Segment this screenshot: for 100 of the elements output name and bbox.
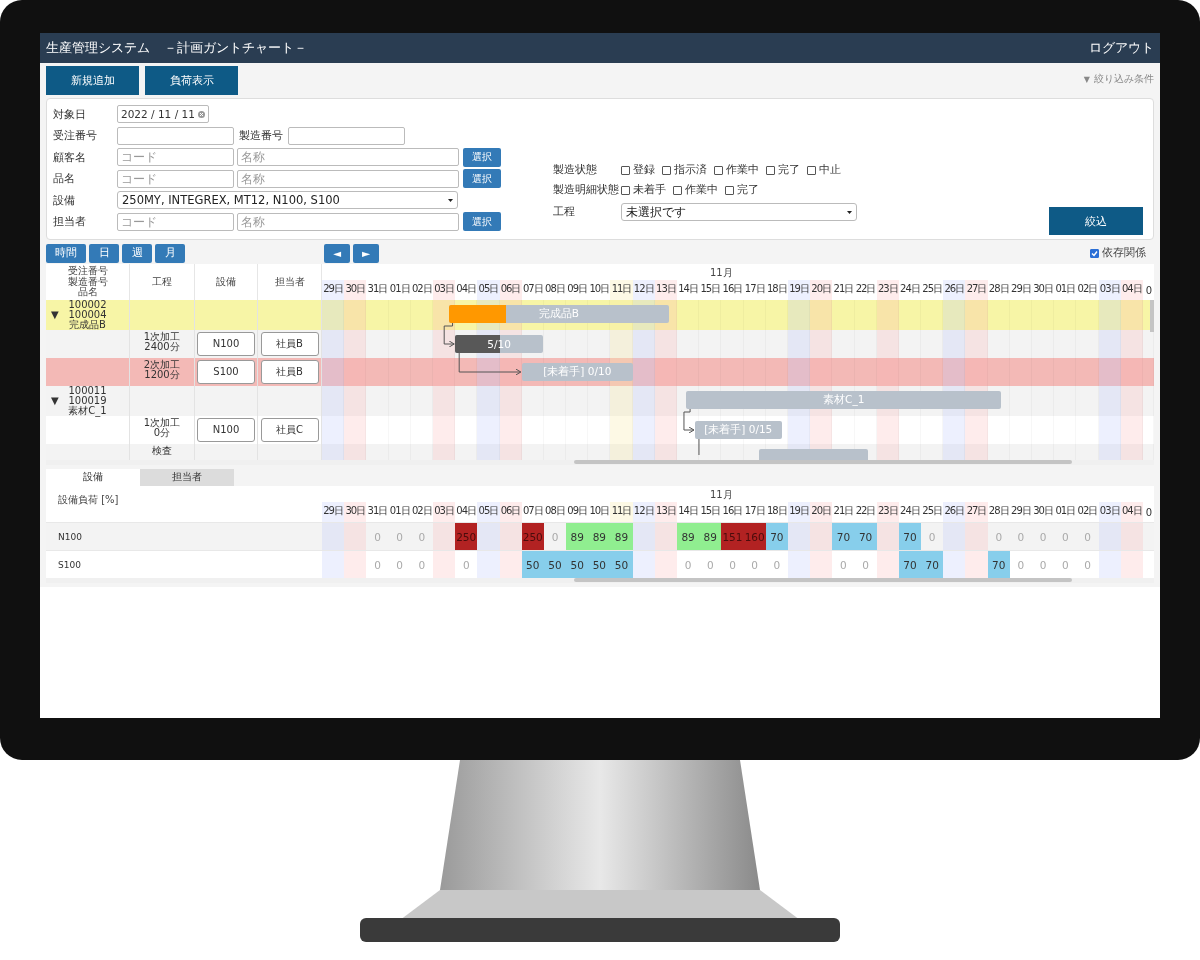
day-label: 07日 bbox=[521, 282, 544, 296]
collapse-toggle[interactable]: ▼ bbox=[51, 396, 59, 406]
day-label: 20日 bbox=[810, 502, 833, 522]
scrollbar-thumb[interactable] bbox=[574, 578, 1072, 582]
person-box[interactable]: 社員B bbox=[260, 332, 319, 356]
day-shading bbox=[322, 330, 345, 358]
name-field[interactable]: 名称 bbox=[236, 148, 460, 167]
day-label: 01日 bbox=[1054, 504, 1077, 518]
load-cell-text: 0 bbox=[373, 557, 382, 573]
day-label: 17日 bbox=[743, 504, 766, 518]
day-shading bbox=[654, 386, 677, 416]
field-label: 顧客名 bbox=[53, 149, 87, 165]
day-shading bbox=[943, 330, 966, 358]
day-label: 24日 bbox=[899, 504, 921, 518]
day-shading bbox=[943, 551, 966, 578]
scrollbar-thumb[interactable] bbox=[574, 460, 1072, 464]
order-number-field[interactable] bbox=[117, 126, 234, 145]
day-label: 16日 bbox=[721, 504, 744, 518]
name-field[interactable]: 名称 bbox=[236, 212, 460, 231]
day-label: 08日 bbox=[544, 282, 566, 296]
field-label: 製造明細状態 bbox=[553, 183, 617, 197]
equipment-box[interactable]: S100 bbox=[197, 360, 255, 384]
load-cell: 70 bbox=[765, 523, 788, 550]
scale-button[interactable]: 週 bbox=[122, 243, 152, 263]
select-button[interactable]: 選択 bbox=[463, 169, 501, 189]
day-shading bbox=[965, 330, 988, 358]
checkbox[interactable] bbox=[807, 165, 816, 175]
load-cell: 160 bbox=[743, 523, 766, 550]
person-box[interactable]: 社員C bbox=[260, 418, 319, 442]
checkbox[interactable] bbox=[662, 165, 671, 175]
day-label: 05日 bbox=[477, 280, 500, 300]
day-label: 01日 bbox=[1054, 282, 1077, 296]
collapse-toggle[interactable]: ▼ bbox=[51, 310, 59, 320]
load-cell: 250 bbox=[521, 523, 544, 550]
load-cell: 50 bbox=[566, 551, 589, 578]
day-label: 31日 bbox=[366, 504, 389, 518]
code-field[interactable]: コード bbox=[116, 169, 234, 188]
toolbar-button[interactable]: 負荷表示 bbox=[145, 66, 238, 95]
day-shading bbox=[810, 523, 833, 550]
code-field[interactable]: コード bbox=[116, 212, 234, 231]
day-shading bbox=[610, 330, 633, 358]
load-cell-text: 0 bbox=[461, 557, 471, 573]
day-label: 30日 bbox=[1032, 504, 1054, 518]
load-cell: 70 bbox=[987, 551, 1010, 578]
day-shading bbox=[1098, 386, 1121, 416]
filter-button[interactable]: 絞込 bbox=[1049, 207, 1143, 235]
scale-button[interactable]: 時間 bbox=[46, 243, 86, 263]
day-label: 13日 bbox=[654, 502, 677, 522]
scale-button[interactable]: 月 bbox=[155, 243, 185, 263]
toolbar-button[interactable]: 新規追加 bbox=[46, 66, 139, 95]
checkbox[interactable] bbox=[1090, 248, 1099, 258]
checkbox[interactable] bbox=[725, 185, 734, 195]
day-label: 0 bbox=[1144, 284, 1153, 298]
scrollbar-thumb[interactable] bbox=[1150, 300, 1154, 332]
day-shading bbox=[876, 523, 899, 550]
day-shading bbox=[787, 551, 811, 578]
day-label: 30日 bbox=[344, 280, 367, 300]
load-cell-text: 0 bbox=[417, 529, 427, 545]
option-label: 完了 bbox=[737, 183, 759, 197]
select-button[interactable]: 選択 bbox=[463, 147, 501, 167]
day-shading bbox=[876, 300, 899, 330]
scale-button[interactable]: 日 bbox=[89, 243, 119, 263]
day-label: 14日 bbox=[677, 504, 699, 518]
day-label: 18日 bbox=[765, 504, 788, 518]
checkbox[interactable] bbox=[621, 185, 630, 195]
previous-button[interactable]: ◄ bbox=[324, 243, 350, 263]
tab[interactable]: 設備 bbox=[46, 469, 140, 486]
day-shading bbox=[499, 551, 522, 578]
equipment-box[interactable]: N100 bbox=[197, 418, 255, 442]
day-shading bbox=[477, 386, 500, 416]
checkbox[interactable] bbox=[766, 165, 775, 175]
day-label: 02日 bbox=[1076, 504, 1099, 518]
day-shading bbox=[322, 300, 345, 330]
select-button[interactable]: 選択 bbox=[463, 212, 501, 232]
checkbox[interactable] bbox=[673, 185, 682, 195]
logout-link[interactable]: ログアウト bbox=[1089, 39, 1154, 57]
next-button[interactable]: ► bbox=[353, 243, 379, 263]
code-field[interactable]: コード bbox=[116, 148, 234, 167]
day-shading bbox=[344, 330, 367, 358]
date-field[interactable]: 2022 / 11 / 11 bbox=[117, 105, 209, 124]
order-info: 100004 bbox=[68, 310, 107, 320]
day-label: 03日 bbox=[1098, 502, 1121, 522]
person-box[interactable]: 社員B bbox=[260, 360, 319, 384]
day-shading bbox=[344, 386, 367, 416]
day-label: 02日 bbox=[410, 282, 433, 296]
clear-icon[interactable] bbox=[198, 110, 205, 118]
day-label: 03日 bbox=[432, 502, 456, 522]
checkbox[interactable] bbox=[714, 165, 723, 175]
checkbox[interactable] bbox=[621, 165, 630, 175]
day-label: 22日 bbox=[854, 504, 877, 518]
name-field[interactable]: 名称 bbox=[236, 169, 460, 188]
day-label: 29日 bbox=[322, 502, 345, 522]
process-select[interactable]: 未選択です bbox=[621, 203, 857, 221]
day-shading bbox=[1120, 551, 1143, 578]
manufacturing-number-field[interactable] bbox=[288, 126, 405, 145]
equipment-select[interactable]: 250MY, INTEGREX, MT12, N100, S100 bbox=[117, 191, 458, 210]
load-cell-text: 0 bbox=[550, 529, 560, 545]
tab[interactable]: 担当者 bbox=[140, 469, 234, 486]
equipment-box[interactable]: N100 bbox=[197, 332, 255, 356]
day-shading bbox=[477, 551, 500, 578]
